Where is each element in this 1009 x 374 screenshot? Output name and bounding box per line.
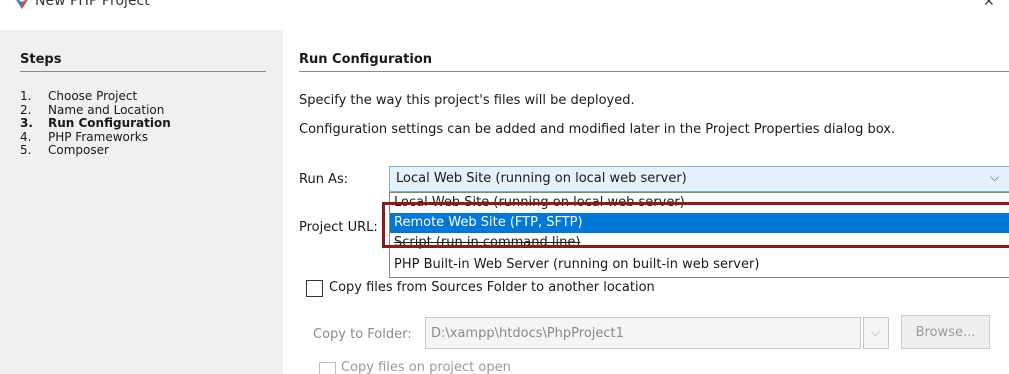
panel-description-secondary: Configuration settings can be added and … <box>299 122 896 137</box>
step-item: 4. PHP Frameworks <box>20 129 171 145</box>
step-number: 1. <box>20 89 32 103</box>
browse-button[interactable]: Browse... <box>901 315 990 349</box>
step-item: 5. Composer <box>20 143 171 158</box>
run-as-selected-value: Local Web Site (running on local web ser… <box>396 171 687 186</box>
window-title: New PHP Project <box>35 0 150 9</box>
copy-on-open-checkbox[interactable] <box>319 362 336 374</box>
step-label: Run Configuration <box>48 116 171 130</box>
panel-divider <box>299 71 1009 72</box>
step-item: 1. Choose Project <box>20 89 171 104</box>
run-configuration-panel: Run Configuration Specify the way this p… <box>283 30 1009 374</box>
steps-list: 1. Choose Project 2. Name and Location 3. R… <box>20 89 171 158</box>
copy-files-checkbox[interactable] <box>306 280 323 297</box>
close-icon[interactable]: ✕ <box>983 0 995 10</box>
project-url-label: Project URL: <box>299 220 378 235</box>
copy-files-label: Copy files from Sources Folder to anothe… <box>329 280 655 295</box>
copy-to-folder-dropdown[interactable]: ⌵ <box>863 317 889 349</box>
copy-on-open-label: Copy files on project open <box>341 360 511 374</box>
copy-to-folder-label: Copy to Folder: <box>313 327 412 342</box>
copy-to-folder-field[interactable]: D:\xampp\htdocs\PhpProject1 <box>425 317 861 349</box>
step-item-current: 3. Run Configuration <box>20 116 171 131</box>
option-php-builtin-server[interactable]: PHP Built-in Web Server (running on buil… <box>390 255 1009 275</box>
netbeans-icon <box>16 0 28 9</box>
step-number: 2. <box>20 102 32 117</box>
copy-to-folder-value: D:\xampp\htdocs\PhpProject1 <box>431 326 624 341</box>
step-label: PHP Frameworks <box>48 129 148 144</box>
step-label: Choose Project <box>48 89 138 103</box>
title-bar: New PHP Project ✕ <box>0 0 1009 22</box>
step-item: 2. Name and Location <box>20 102 171 118</box>
panel-description: Specify the way this project's files wil… <box>299 93 635 108</box>
panel-heading: Run Configuration <box>299 52 433 67</box>
step-number: 5. <box>20 143 32 157</box>
chevron-down-icon: ⌵ <box>871 325 881 339</box>
steps-panel: Steps 1. Choose Project 2. Name and Locati… <box>0 30 283 374</box>
run-as-select[interactable]: Local Web Site (running on local web ser… <box>389 166 1009 192</box>
step-label: Name and Location <box>48 102 165 117</box>
callout-highlight <box>382 202 1009 248</box>
step-number: 3. <box>20 116 33 130</box>
step-label: Composer <box>48 143 109 157</box>
step-number: 4. <box>20 129 32 144</box>
run-as-label: Run As: <box>299 172 349 187</box>
steps-heading: Steps <box>20 52 62 67</box>
chevron-down-icon[interactable]: ⌵ <box>990 170 999 185</box>
steps-divider <box>20 71 266 72</box>
